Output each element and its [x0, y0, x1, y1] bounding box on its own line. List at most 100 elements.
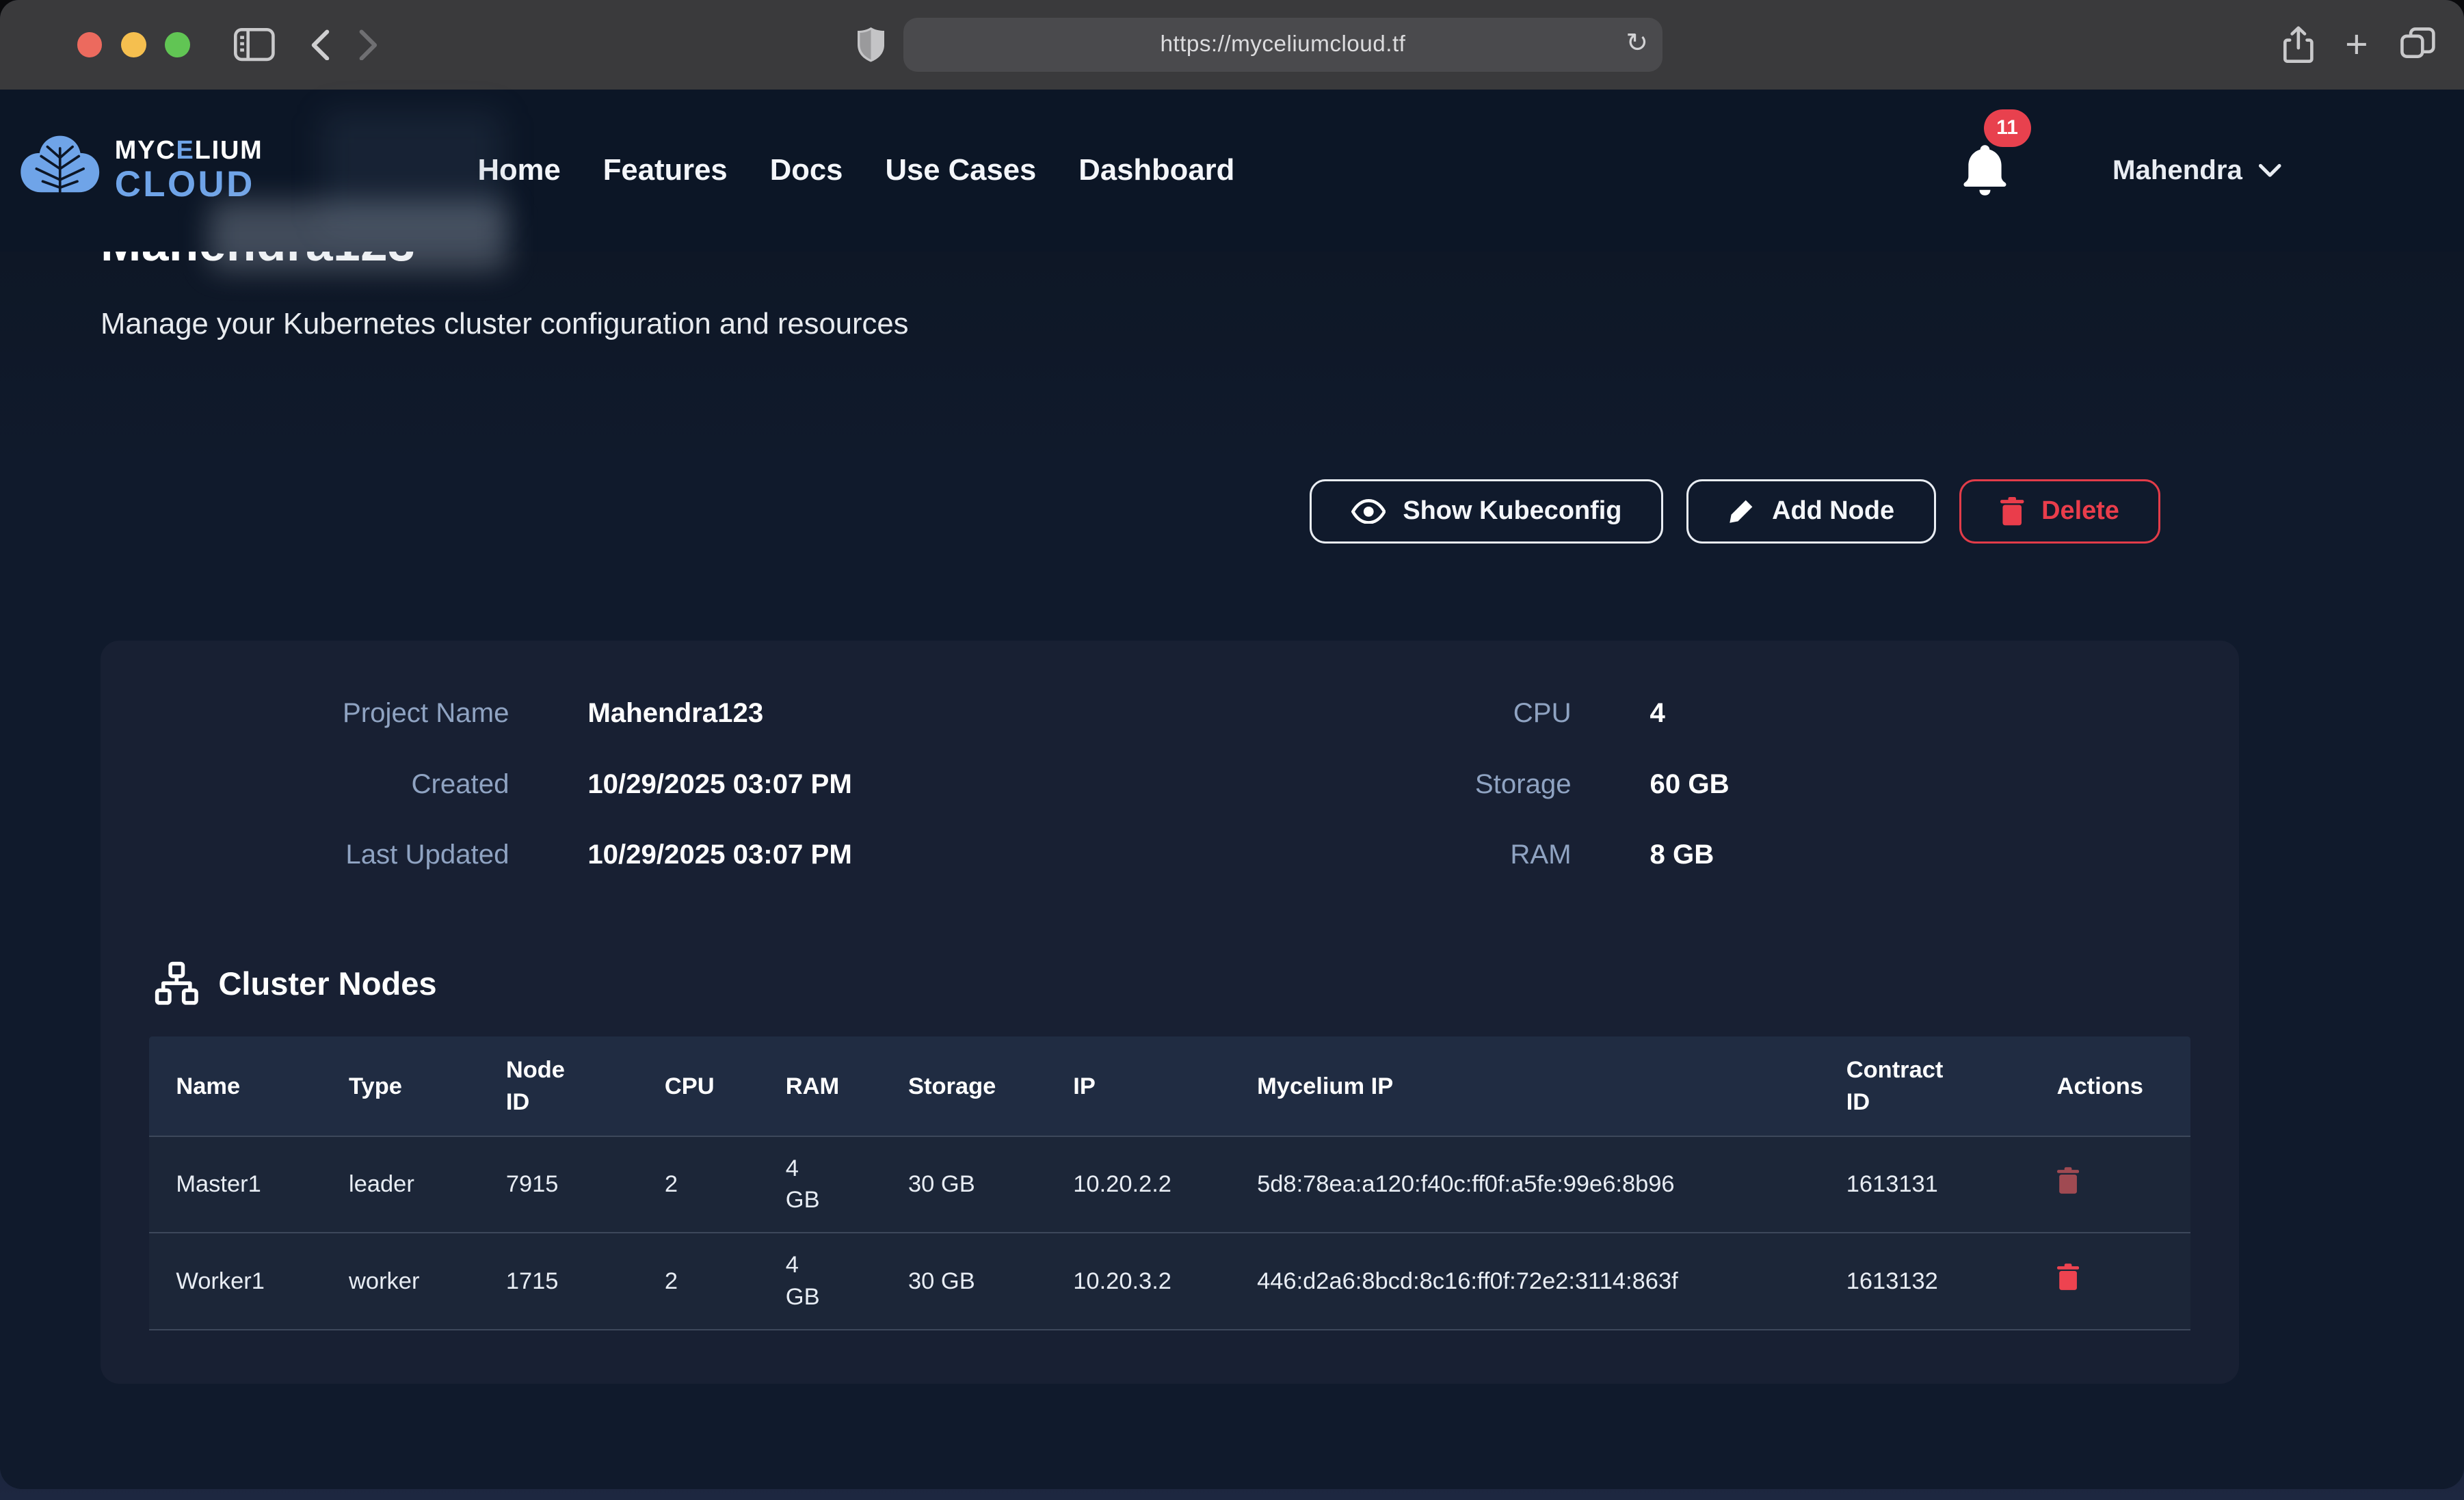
navbar-right: 11 Mahendra	[1961, 90, 2281, 252]
forward-button-icon[interactable]	[358, 29, 379, 61]
user-menu[interactable]: Mahendra	[2112, 155, 2281, 186]
cell-actions	[2030, 1263, 2190, 1299]
detail-value: 60 GB	[1650, 762, 2240, 805]
cell-type: worker	[322, 1265, 479, 1298]
detail-label: Storage	[1044, 762, 1572, 805]
cell-type: leader	[322, 1168, 479, 1201]
column-header-name: Name	[149, 1071, 322, 1103]
trash-icon	[2000, 497, 2024, 525]
column-header-contract-id: Contract ID	[1820, 1054, 2030, 1118]
detail-value: 10/29/2025 03:07 PM	[587, 833, 964, 876]
detail-value: 10/29/2025 03:07 PM	[587, 762, 964, 805]
zoom-window-button[interactable]	[165, 32, 190, 57]
cluster-actions: Show Kubeconfig Add Node	[101, 479, 2239, 544]
detail-label: RAM	[1044, 833, 1572, 876]
sidebar-toggle-icon[interactable]	[234, 28, 275, 61]
cell-cpu: 2	[638, 1265, 759, 1298]
minimize-window-button[interactable]	[121, 32, 146, 57]
user-name: Mahendra	[2112, 155, 2242, 186]
network-nodes-icon	[154, 961, 200, 1005]
detail-value: 8 GB	[1650, 833, 2240, 876]
cluster-details-card: Project Name Mahendra123 CPU 4 Created 1…	[101, 641, 2239, 1384]
chevron-down-icon	[2258, 163, 2281, 178]
cell-name: Master1	[149, 1168, 322, 1201]
column-header-ram: RAM	[759, 1071, 882, 1103]
cluster-nodes-table: Name Type Node ID CPU RAM Storage IP Myc…	[149, 1036, 2190, 1330]
cell-cpu: 2	[638, 1168, 759, 1201]
page-content: Mahendra123 Manage your Kubernetes clust…	[0, 252, 2464, 1490]
trash-icon	[2057, 1263, 2079, 1290]
browser-window: https://myceliumcloud.tf ↻ +	[0, 0, 2464, 1489]
column-header-cpu: CPU	[638, 1071, 759, 1103]
cell-ip: 10.20.2.2	[1046, 1168, 1230, 1201]
url-bar[interactable]: https://myceliumcloud.tf ↻	[903, 18, 1662, 71]
close-window-button[interactable]	[77, 32, 103, 57]
column-header-type: Type	[322, 1071, 479, 1103]
cell-ram: 4 GB	[759, 1153, 882, 1216]
browser-chrome: https://myceliumcloud.tf ↻ +	[0, 0, 2464, 90]
detail-label: Created	[101, 762, 509, 805]
cell-storage: 30 GB	[882, 1168, 1046, 1201]
cell-name: Worker1	[149, 1265, 322, 1298]
show-kubeconfig-button[interactable]: Show Kubeconfig	[1310, 479, 1663, 544]
privacy-shield-icon[interactable]	[858, 27, 884, 62]
nav-item-docs[interactable]: Docs	[770, 153, 843, 187]
new-tab-icon[interactable]: +	[2345, 25, 2368, 64]
brand-logo[interactable]: MYCELIUM CLOUD	[19, 133, 478, 208]
delete-cluster-button[interactable]: Delete	[1959, 479, 2160, 544]
cell-contract-id: 1613131	[1820, 1168, 2030, 1201]
detail-value: 4	[1650, 691, 2240, 735]
nav-links: Home Features Docs Use Cases Dashboard	[477, 153, 1234, 187]
cluster-nodes-heading: Cluster Nodes	[154, 961, 2239, 1005]
add-node-button[interactable]: Add Node	[1686, 479, 1935, 544]
nav-item-dashboard[interactable]: Dashboard	[1078, 153, 1234, 187]
notification-badge: 11	[1984, 109, 2031, 147]
table-body: Master1 leader 7915 2 4 GB 30 GB 10.20.2…	[149, 1136, 2190, 1330]
detail-label: Last Updated	[101, 833, 509, 876]
column-header-node-id: Node ID	[479, 1054, 638, 1118]
share-icon[interactable]	[2283, 26, 2314, 64]
delete-node-button[interactable]	[2057, 1167, 2079, 1194]
notifications-button[interactable]: 11	[1961, 144, 2009, 197]
cell-mycelium-ip: 5d8:78ea:a120:f40c:ff0f:a5fe:99e6:8b96	[1230, 1168, 1820, 1201]
chrome-right-icons: +	[2283, 0, 2435, 90]
cell-node-id: 1715	[479, 1265, 638, 1298]
url-text: https://myceliumcloud.tf	[1160, 31, 1405, 57]
nav-item-use-cases[interactable]: Use Cases	[885, 153, 1036, 187]
site-navbar: MYCELIUM CLOUD Home Features Docs Use Ca…	[0, 90, 2464, 252]
cluster-details: Project Name Mahendra123 CPU 4 Created 1…	[101, 691, 2239, 876]
mycelium-cloud-logo-icon	[19, 133, 101, 208]
cell-node-id: 7915	[479, 1168, 638, 1201]
detail-label: Project Name	[101, 691, 509, 735]
delete-node-button[interactable]	[2057, 1263, 2079, 1290]
reload-icon[interactable]: ↻	[1626, 28, 1648, 59]
detail-value: Mahendra123	[587, 691, 964, 735]
back-button-icon[interactable]	[310, 29, 330, 61]
cell-contract-id: 1613132	[1820, 1265, 2030, 1298]
cell-actions	[2030, 1167, 2190, 1203]
detail-label: CPU	[1044, 691, 1572, 735]
column-header-mycelium-ip: Mycelium IP	[1230, 1071, 1820, 1103]
nav-item-features[interactable]: Features	[603, 153, 728, 187]
tab-overview-icon[interactable]	[2400, 27, 2436, 63]
traffic-lights	[77, 32, 190, 57]
nav-item-home[interactable]: Home	[477, 153, 560, 187]
brand-text: MYCELIUM CLOUD	[115, 138, 263, 203]
column-header-storage: Storage	[882, 1071, 1046, 1103]
table-header-row: Name Type Node ID CPU RAM Storage IP Myc…	[149, 1036, 2190, 1136]
cell-ram: 4 GB	[759, 1249, 882, 1313]
cell-storage: 30 GB	[882, 1265, 1046, 1298]
cell-mycelium-ip: 446:d2a6:8bcd:8c16:ff0f:72e2:3114:863f	[1230, 1265, 1820, 1298]
column-header-ip: IP	[1046, 1071, 1230, 1103]
table-row: Master1 leader 7915 2 4 GB 30 GB 10.20.2…	[149, 1136, 2190, 1233]
table-row: Worker1 worker 1715 2 4 GB 30 GB 10.20.3…	[149, 1233, 2190, 1330]
cell-ip: 10.20.3.2	[1046, 1265, 1230, 1298]
column-header-actions: Actions	[2030, 1071, 2190, 1103]
eye-icon	[1351, 499, 1386, 524]
bell-icon	[1961, 144, 2009, 197]
page-subtitle: Manage your Kubernetes cluster configura…	[101, 307, 2239, 341]
pencil-icon	[1728, 498, 1755, 524]
trash-icon	[2057, 1167, 2079, 1194]
screenshot-stage: https://myceliumcloud.tf ↻ +	[0, 0, 2464, 1500]
page-title: Mahendra123	[101, 252, 2239, 272]
